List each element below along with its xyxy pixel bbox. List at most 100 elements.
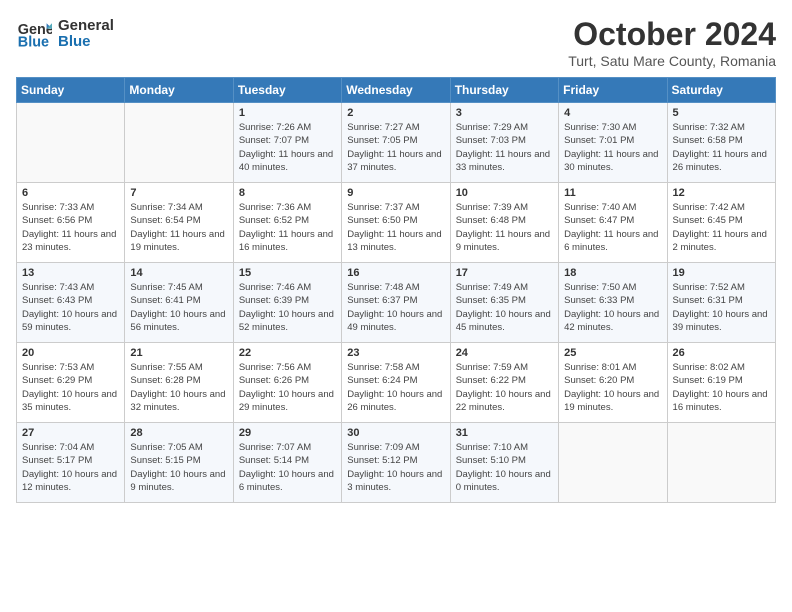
calendar-cell: 3Sunrise: 7:29 AM Sunset: 7:03 PM Daylig…	[450, 103, 558, 183]
page-header: General Blue General Blue October 2024 T…	[16, 16, 776, 69]
day-info: Sunrise: 7:04 AM Sunset: 5:17 PM Dayligh…	[22, 441, 119, 494]
day-info: Sunrise: 7:30 AM Sunset: 7:01 PM Dayligh…	[564, 121, 661, 174]
calendar-cell: 12 Sunrise: 7:42 AM Sunset: 6:45 PM Dayli…	[667, 183, 775, 263]
day-number: 17	[456, 267, 553, 279]
calendar-cell: 18 Sunrise: 7:50 AM Sunset: 6:33 PM Dayli…	[559, 263, 667, 343]
calendar-week-row: 1 Sunrise: 7:26 AM Sunset: 7:07 PM Daylig…	[17, 103, 776, 183]
day-info: Sunrise: 7:52 AM Sunset: 6:31 PM Dayligh…	[673, 281, 770, 334]
day-info: Sunrise: 7:32 AM Sunset: 6:58 PM Dayligh…	[673, 121, 770, 174]
day-number: 22	[239, 347, 336, 359]
calendar-table: SundayMondayTuesdayWednesdayThursdayFrid…	[16, 77, 776, 503]
day-number: 9	[347, 187, 444, 199]
calendar-cell: 2 Sunrise: 7:27 AM Sunset: 7:05 PM Daylig…	[342, 103, 450, 183]
day-number: 26	[673, 347, 770, 359]
day-number: 13	[22, 267, 119, 279]
calendar-cell: 21 Sunrise: 7:55 AM Sunset: 6:28 PM Dayli…	[125, 343, 233, 423]
day-number: 27	[22, 427, 119, 439]
calendar-cell	[667, 423, 775, 503]
day-info: Sunrise: 8:01 AM Sunset: 6:20 PM Dayligh…	[564, 361, 661, 414]
day-number: 30	[347, 427, 444, 439]
calendar-cell: 11 Sunrise: 7:40 AM Sunset: 6:47 PM Dayli…	[559, 183, 667, 263]
day-number: 31	[456, 427, 553, 439]
day-number: 15	[239, 267, 336, 279]
calendar-cell: 10Sunrise: 7:39 AM Sunset: 6:48 PM Dayli…	[450, 183, 558, 263]
day-info: Sunrise: 7:33 AM Sunset: 6:56 PM Dayligh…	[22, 201, 119, 254]
day-info: Sunrise: 7:39 AM Sunset: 6:48 PM Dayligh…	[456, 201, 553, 254]
calendar-cell	[125, 103, 233, 183]
day-info: Sunrise: 7:53 AM Sunset: 6:29 PM Dayligh…	[22, 361, 119, 414]
calendar-week-row: 27 Sunrise: 7:04 AM Sunset: 5:17 PM Dayli…	[17, 423, 776, 503]
day-info: Sunrise: 7:59 AM Sunset: 6:22 PM Dayligh…	[456, 361, 553, 414]
weekday-header-row: SundayMondayTuesdayWednesdayThursdayFrid…	[17, 78, 776, 103]
day-number: 29	[239, 427, 336, 439]
day-info: Sunrise: 8:02 AM Sunset: 6:19 PM Dayligh…	[673, 361, 770, 414]
day-info: Sunrise: 7:29 AM Sunset: 7:03 PM Dayligh…	[456, 121, 553, 174]
calendar-cell: 26 Sunrise: 8:02 AM Sunset: 6:19 PM Dayli…	[667, 343, 775, 423]
day-number: 18	[564, 267, 661, 279]
day-info: Sunrise: 7:40 AM Sunset: 6:47 PM Dayligh…	[564, 201, 661, 254]
weekday-header: Tuesday	[233, 78, 341, 103]
calendar-cell: 23Sunrise: 7:58 AM Sunset: 6:24 PM Dayli…	[342, 343, 450, 423]
day-number: 21	[130, 347, 227, 359]
calendar-cell: 13Sunrise: 7:43 AM Sunset: 6:43 PM Dayli…	[17, 263, 125, 343]
calendar-cell: 9 Sunrise: 7:37 AM Sunset: 6:50 PM Daylig…	[342, 183, 450, 263]
logo-line1: General	[58, 18, 114, 35]
calendar-cell: 17Sunrise: 7:49 AM Sunset: 6:35 PM Dayli…	[450, 263, 558, 343]
calendar-cell: 15 Sunrise: 7:46 AM Sunset: 6:39 PM Dayli…	[233, 263, 341, 343]
weekday-header: Thursday	[450, 78, 558, 103]
day-number: 14	[130, 267, 227, 279]
day-info: Sunrise: 7:27 AM Sunset: 7:05 PM Dayligh…	[347, 121, 444, 174]
weekday-header: Saturday	[667, 78, 775, 103]
weekday-header: Friday	[559, 78, 667, 103]
calendar-week-row: 20 Sunrise: 7:53 AM Sunset: 6:29 PM Dayli…	[17, 343, 776, 423]
day-number: 11	[564, 187, 661, 199]
day-info: Sunrise: 7:55 AM Sunset: 6:28 PM Dayligh…	[130, 361, 227, 414]
calendar-cell: 6Sunrise: 7:33 AM Sunset: 6:56 PM Daylig…	[17, 183, 125, 263]
day-number: 4	[564, 107, 661, 119]
day-info: Sunrise: 7:09 AM Sunset: 5:12 PM Dayligh…	[347, 441, 444, 494]
day-number: 1	[239, 107, 336, 119]
day-info: Sunrise: 7:10 AM Sunset: 5:10 PM Dayligh…	[456, 441, 553, 494]
day-info: Sunrise: 7:48 AM Sunset: 6:37 PM Dayligh…	[347, 281, 444, 334]
day-number: 24	[456, 347, 553, 359]
day-info: Sunrise: 7:46 AM Sunset: 6:39 PM Dayligh…	[239, 281, 336, 334]
day-number: 5	[673, 107, 770, 119]
day-info: Sunrise: 7:36 AM Sunset: 6:52 PM Dayligh…	[239, 201, 336, 254]
day-number: 12	[673, 187, 770, 199]
calendar-cell: 30 Sunrise: 7:09 AM Sunset: 5:12 PM Dayli…	[342, 423, 450, 503]
calendar-cell: 29 Sunrise: 7:07 AM Sunset: 5:14 PM Dayli…	[233, 423, 341, 503]
calendar-cell: 16 Sunrise: 7:48 AM Sunset: 6:37 PM Dayli…	[342, 263, 450, 343]
calendar-cell: 31 Sunrise: 7:10 AM Sunset: 5:10 PM Dayli…	[450, 423, 558, 503]
calendar-cell: 20 Sunrise: 7:53 AM Sunset: 6:29 PM Dayli…	[17, 343, 125, 423]
day-info: Sunrise: 7:05 AM Sunset: 5:15 PM Dayligh…	[130, 441, 227, 494]
calendar-cell: 24 Sunrise: 7:59 AM Sunset: 6:22 PM Dayli…	[450, 343, 558, 423]
day-info: Sunrise: 7:50 AM Sunset: 6:33 PM Dayligh…	[564, 281, 661, 334]
day-number: 28	[130, 427, 227, 439]
location-subtitle: Turt, Satu Mare County, Romania	[568, 53, 776, 69]
calendar-week-row: 6Sunrise: 7:33 AM Sunset: 6:56 PM Daylig…	[17, 183, 776, 263]
day-info: Sunrise: 7:45 AM Sunset: 6:41 PM Dayligh…	[130, 281, 227, 334]
day-number: 25	[564, 347, 661, 359]
calendar-cell: 25 Sunrise: 8:01 AM Sunset: 6:20 PM Dayli…	[559, 343, 667, 423]
day-info: Sunrise: 7:42 AM Sunset: 6:45 PM Dayligh…	[673, 201, 770, 254]
day-number: 20	[22, 347, 119, 359]
day-number: 7	[130, 187, 227, 199]
day-number: 2	[347, 107, 444, 119]
calendar-cell: 8 Sunrise: 7:36 AM Sunset: 6:52 PM Daylig…	[233, 183, 341, 263]
day-info: Sunrise: 7:07 AM Sunset: 5:14 PM Dayligh…	[239, 441, 336, 494]
day-number: 23	[347, 347, 444, 359]
day-info: Sunrise: 7:37 AM Sunset: 6:50 PM Dayligh…	[347, 201, 444, 254]
logo-line2: Blue	[58, 34, 114, 51]
calendar-cell: 1 Sunrise: 7:26 AM Sunset: 7:07 PM Daylig…	[233, 103, 341, 183]
calendar-cell	[17, 103, 125, 183]
weekday-header: Monday	[125, 78, 233, 103]
day-info: Sunrise: 7:26 AM Sunset: 7:07 PM Dayligh…	[239, 121, 336, 174]
day-number: 8	[239, 187, 336, 199]
logo: General Blue General Blue	[16, 16, 114, 52]
calendar-cell: 4 Sunrise: 7:30 AM Sunset: 7:01 PM Daylig…	[559, 103, 667, 183]
calendar-cell: 27 Sunrise: 7:04 AM Sunset: 5:17 PM Dayli…	[17, 423, 125, 503]
day-number: 19	[673, 267, 770, 279]
calendar-cell: 7Sunrise: 7:34 AM Sunset: 6:54 PM Daylig…	[125, 183, 233, 263]
logo-icon: General Blue	[16, 16, 52, 52]
day-number: 16	[347, 267, 444, 279]
